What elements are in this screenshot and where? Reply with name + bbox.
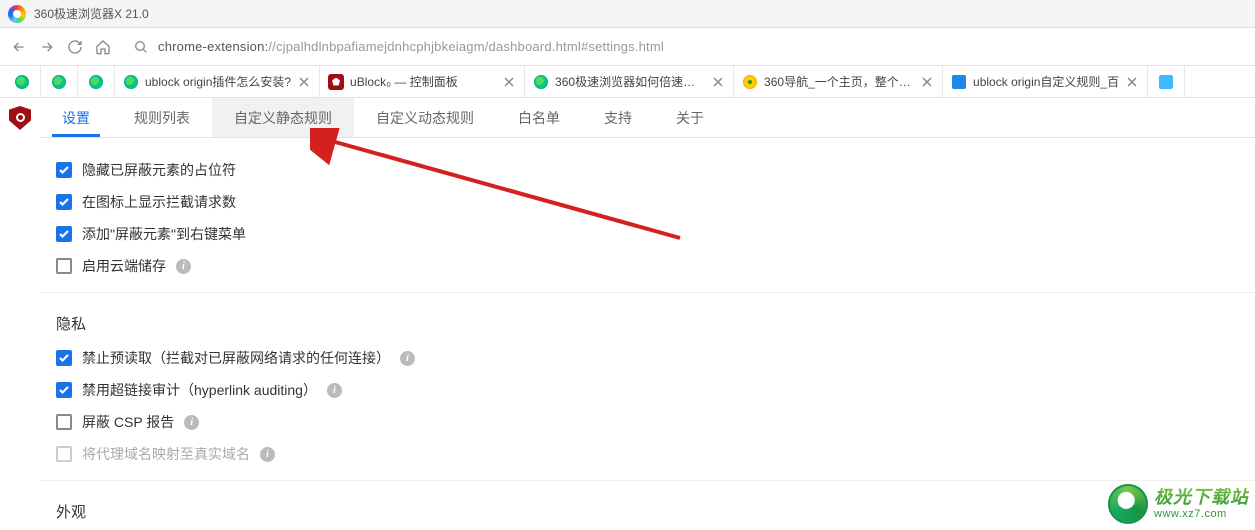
- checkbox: [56, 446, 72, 462]
- dashboard-nav: 设置 规则列表 自定义静态规则 自定义动态规则 白名单 支持 关于: [40, 98, 1255, 138]
- checkbox[interactable]: [56, 414, 72, 430]
- setting-context-menu: 添加"屏蔽元素"到右键菜单: [40, 218, 1255, 250]
- browser-tab-6[interactable]: 360导航_一个主页，整个世界: [734, 66, 943, 97]
- tab-label: 360极速浏览器如何倍速观看: [555, 73, 705, 90]
- setting-label: 禁用超链接审计（hyperlink auditing）: [82, 380, 317, 400]
- section-appearance: 外观: [40, 480, 1255, 530]
- close-icon[interactable]: [1127, 76, 1139, 88]
- search-icon: [132, 38, 150, 56]
- setting-prefetch: 禁止预读取（拦截对已屏蔽网络请求的任何连接） i: [40, 342, 1255, 374]
- nav-tab-whitelist[interactable]: 白名单: [496, 98, 582, 137]
- checkbox[interactable]: [56, 350, 72, 366]
- watermark-url: www.xz7.com: [1154, 508, 1249, 520]
- browser-tab-5[interactable]: 360极速浏览器如何倍速观看: [525, 66, 734, 97]
- favicon-icon: [533, 74, 549, 90]
- setting-label: 启用云端储存: [82, 256, 166, 276]
- close-icon[interactable]: [299, 76, 311, 88]
- setting-hide-placeholders: 隐藏已屏蔽元素的占位符: [40, 154, 1255, 186]
- setting-cname-uncloak: 将代理域名映射至真实域名 i: [40, 438, 1255, 470]
- favicon-icon: [951, 74, 967, 90]
- tab-label: ublock origin插件怎么安装?: [145, 73, 291, 90]
- info-icon[interactable]: i: [400, 351, 415, 366]
- home-button[interactable]: [94, 38, 112, 56]
- setting-cloud-storage: 启用云端储存 i: [40, 250, 1255, 282]
- reload-button[interactable]: [66, 38, 84, 56]
- window-titlebar: 360极速浏览器X 21.0: [0, 0, 1255, 28]
- settings-panel: 隐藏已屏蔽元素的占位符 在图标上显示拦截请求数 添加"屏蔽元素"到右键菜单 启用…: [40, 138, 1255, 530]
- nav-tab-settings[interactable]: 设置: [40, 98, 112, 137]
- browser-tab-1[interactable]: [41, 66, 78, 97]
- address-bar: chrome-extension://cjpalhdlnbpafiamejdnh…: [0, 28, 1255, 66]
- tab-label: uBlock₀ — 控制面板: [350, 73, 458, 90]
- nav-tab-about[interactable]: 关于: [654, 98, 726, 137]
- nav-tab-my-rules[interactable]: 自定义动态规则: [354, 98, 496, 137]
- url-input[interactable]: chrome-extension://cjpalhdlnbpafiamejdnh…: [122, 34, 1245, 60]
- close-icon[interactable]: [504, 76, 516, 88]
- setting-hyperlink-auditing: 禁用超链接审计（hyperlink auditing） i: [40, 374, 1255, 406]
- favicon-icon: [742, 74, 758, 90]
- setting-label: 将代理域名映射至真实域名: [82, 444, 250, 464]
- tab-strip: ublock origin插件怎么安装? uBlock₀ — 控制面板 360极…: [0, 66, 1255, 98]
- ublock-favicon-icon: [328, 74, 344, 90]
- setting-label: 屏蔽 CSP 报告: [82, 412, 174, 432]
- checkbox[interactable]: [56, 194, 72, 210]
- back-button[interactable]: [10, 38, 28, 56]
- watermark-title: 极光下载站: [1154, 488, 1249, 508]
- nav-tab-my-filters[interactable]: 自定义静态规则: [212, 98, 354, 137]
- page-content: 设置 规则列表 自定义静态规则 自定义动态规则 白名单 支持 关于 隐藏已屏蔽元…: [0, 98, 1255, 530]
- favicon-icon: [88, 74, 104, 90]
- ublock-shield-icon: [9, 106, 31, 130]
- favicon-icon: [14, 74, 30, 90]
- browser-tab-2[interactable]: [78, 66, 115, 97]
- app-logo-icon: [8, 5, 26, 23]
- app-title: 360极速浏览器X 21.0: [34, 5, 149, 22]
- checkbox[interactable]: [56, 162, 72, 178]
- nav-tab-support[interactable]: 支持: [582, 98, 654, 137]
- browser-tab-0[interactable]: [4, 66, 41, 97]
- setting-label: 隐藏已屏蔽元素的占位符: [82, 160, 236, 180]
- browser-tab-4[interactable]: uBlock₀ — 控制面板: [320, 66, 525, 97]
- info-icon[interactable]: i: [327, 383, 342, 398]
- watermark: 极光下载站 www.xz7.com: [1108, 484, 1249, 524]
- favicon-icon: [51, 74, 67, 90]
- tab-label: ublock origin自定义规则_百: [973, 73, 1119, 90]
- setting-show-badge: 在图标上显示拦截请求数: [40, 186, 1255, 218]
- favicon-icon: [123, 74, 139, 90]
- browser-tab-7[interactable]: ublock origin自定义规则_百: [943, 66, 1148, 97]
- checkbox[interactable]: [56, 258, 72, 274]
- url-text: chrome-extension://cjpalhdlnbpafiamejdnh…: [158, 39, 664, 54]
- browser-tab-3[interactable]: ublock origin插件怎么安装?: [115, 66, 320, 97]
- setting-csp-reports: 屏蔽 CSP 报告 i: [40, 406, 1255, 438]
- checkbox[interactable]: [56, 382, 72, 398]
- forward-button[interactable]: [38, 38, 56, 56]
- setting-label: 在图标上显示拦截请求数: [82, 192, 236, 212]
- info-icon[interactable]: i: [176, 259, 191, 274]
- checkbox[interactable]: [56, 226, 72, 242]
- favicon-icon: [1158, 74, 1174, 90]
- close-icon[interactable]: [713, 76, 725, 88]
- info-icon[interactable]: i: [260, 447, 275, 462]
- close-icon[interactable]: [922, 76, 934, 88]
- ublock-sidebar: [0, 98, 40, 530]
- setting-label: 禁止预读取（拦截对已屏蔽网络请求的任何连接）: [82, 348, 390, 368]
- nav-tab-filter-lists[interactable]: 规则列表: [112, 98, 212, 137]
- watermark-logo-icon: [1108, 484, 1148, 524]
- section-privacy: 隐私: [40, 292, 1255, 342]
- setting-label: 添加"屏蔽元素"到右键菜单: [82, 224, 246, 244]
- tab-label: 360导航_一个主页，整个世界: [764, 73, 914, 90]
- browser-tab-more[interactable]: [1148, 66, 1185, 97]
- info-icon[interactable]: i: [184, 415, 199, 430]
